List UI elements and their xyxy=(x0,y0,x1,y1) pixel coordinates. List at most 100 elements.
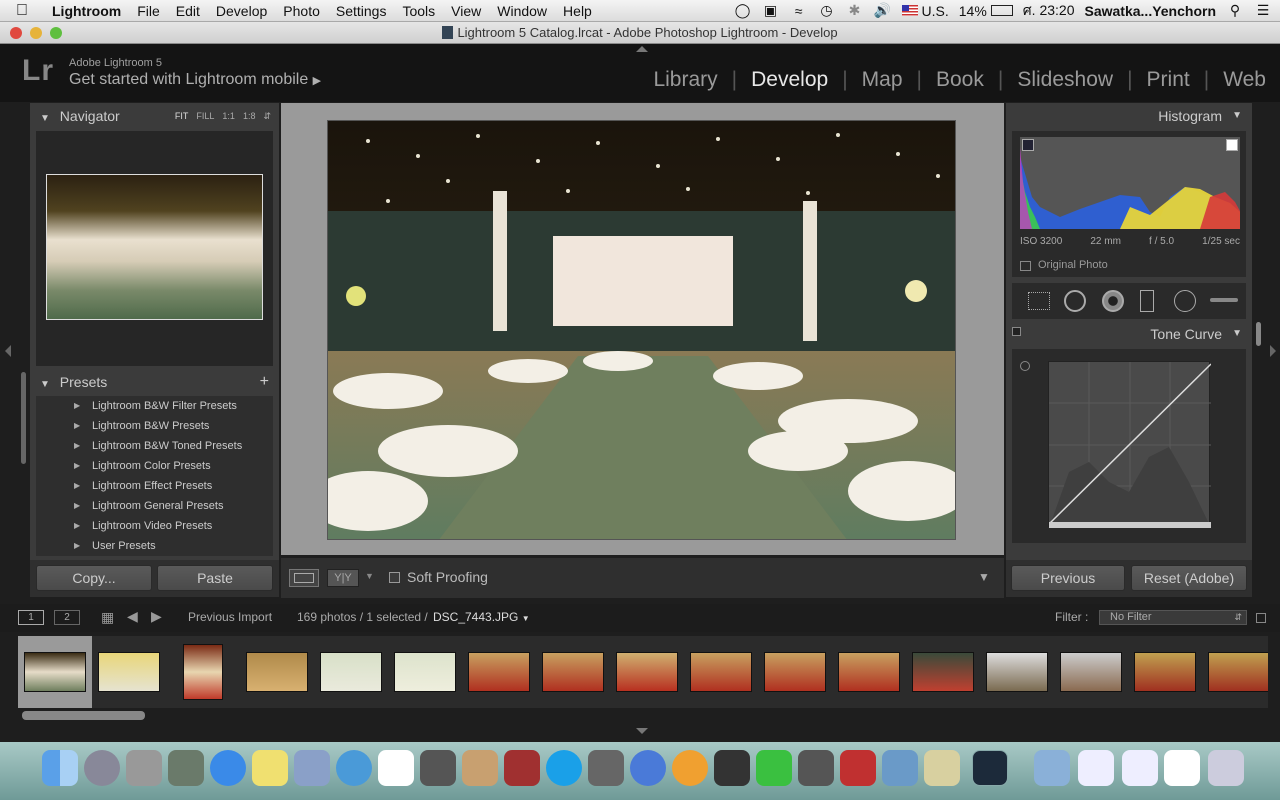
menu-help[interactable]: Help xyxy=(555,3,600,19)
bluetooth-icon[interactable]: ✱ xyxy=(846,2,864,19)
skype-icon[interactable] xyxy=(546,750,582,786)
left-edge-arrow-icon[interactable] xyxy=(5,345,11,357)
volume-icon[interactable]: 🔊 xyxy=(874,2,892,19)
document-stack-icon[interactable] xyxy=(1122,750,1158,786)
preset-folder[interactable]: ▶ Lightroom General Presets xyxy=(36,496,273,516)
itunes-icon[interactable] xyxy=(630,750,666,786)
filmstrip-thumbnail[interactable] xyxy=(610,636,684,708)
zoom-1-1[interactable]: 1:1 xyxy=(222,103,235,129)
paste-settings-button[interactable]: Paste xyxy=(157,565,273,591)
preset-folder[interactable]: ▶ Lightroom Effect Presets xyxy=(36,476,273,496)
zoom-window-button[interactable] xyxy=(50,27,62,39)
histogram-graph[interactable] xyxy=(1020,137,1240,229)
adjustment-brush-tool-icon[interactable] xyxy=(1210,298,1238,302)
presets-header[interactable]: ▼ Presets + xyxy=(30,369,279,395)
navigator-header[interactable]: ▼ Navigator FIT FILL 1:1 1:8 ⇵ xyxy=(30,103,279,129)
secondary-window-button[interactable]: 2 xyxy=(54,610,80,625)
calendar-icon[interactable] xyxy=(378,750,414,786)
search-icon[interactable]: ⚲ xyxy=(1226,2,1244,19)
preset-folder[interactable]: ▶ Lightroom B&W Filter Presets xyxy=(36,396,273,416)
minimize-window-button[interactable] xyxy=(30,27,42,39)
tone-curve-graph[interactable] xyxy=(1048,361,1212,528)
spot-removal-tool-icon[interactable] xyxy=(1064,290,1086,312)
menu-photo[interactable]: Photo xyxy=(275,3,328,19)
filmstrip-scrollbar[interactable] xyxy=(22,711,145,720)
filmstrip-thumbnail[interactable] xyxy=(684,636,758,708)
forward-arrow-icon[interactable]: ▶ xyxy=(151,608,162,625)
original-photo-checkbox[interactable] xyxy=(1020,261,1031,271)
filmstrip-thumbnail[interactable] xyxy=(536,636,610,708)
close-window-button[interactable] xyxy=(10,27,22,39)
apple-menu-icon[interactable]:  xyxy=(0,2,44,20)
zoom-fit[interactable]: FIT xyxy=(175,103,189,129)
contacts-icon[interactable] xyxy=(462,750,498,786)
menu-tools[interactable]: Tools xyxy=(394,3,443,19)
bottom-panel-toggle-icon[interactable] xyxy=(636,728,648,734)
document-stack-icon[interactable] xyxy=(1078,750,1114,786)
safari-icon[interactable] xyxy=(336,750,372,786)
filmstrip-thumbnail[interactable] xyxy=(240,636,314,708)
maps-preview-icon[interactable] xyxy=(924,750,960,786)
notification-list-icon[interactable]: ☰ xyxy=(1254,2,1272,19)
filmstrip-thumbnail[interactable] xyxy=(462,636,536,708)
line-icon[interactable] xyxy=(756,750,792,786)
selected-file-name[interactable]: DSC_7443.JPG ▼ xyxy=(433,610,530,624)
flag-icon[interactable] xyxy=(901,5,918,16)
filmstrip-source[interactable]: Previous Import xyxy=(188,610,272,624)
filmstrip-thumbnail[interactable] xyxy=(18,636,92,708)
shadow-clipping-indicator[interactable] xyxy=(1022,139,1034,151)
copy-settings-button[interactable]: Copy... xyxy=(36,565,152,591)
module-library[interactable]: Library xyxy=(639,68,731,92)
clock[interactable]: ศ. 23:20 xyxy=(1023,0,1075,22)
menu-window[interactable]: Window xyxy=(489,3,555,19)
before-after-view-button[interactable]: Y|Y xyxy=(327,569,359,587)
lightroom-mobile-link[interactable]: Get started with Lightroom mobile ▶ xyxy=(69,71,321,89)
battery-percent[interactable]: 14% xyxy=(959,3,987,19)
menu-develop[interactable]: Develop xyxy=(208,3,275,19)
navigator-preview[interactable] xyxy=(46,174,263,320)
filmstrip-thumbnail[interactable] xyxy=(1054,636,1128,708)
facetime-icon[interactable] xyxy=(420,750,456,786)
user-name[interactable]: Sawatka...Yenchorn xyxy=(1085,3,1217,19)
document-stack-icon[interactable] xyxy=(1164,750,1200,786)
filmstrip-thumbnail[interactable] xyxy=(906,636,980,708)
battery-icon[interactable] xyxy=(990,5,1013,16)
module-web[interactable]: Web xyxy=(1209,68,1280,92)
red-eye-tool-icon[interactable] xyxy=(1102,290,1124,312)
menu-view[interactable]: View xyxy=(443,3,489,19)
module-slideshow[interactable]: Slideshow xyxy=(1003,68,1127,92)
preset-folder[interactable]: ▶ Lightroom B&W Presets xyxy=(36,416,273,436)
menu-app[interactable]: Lightroom xyxy=(44,3,129,19)
module-book[interactable]: Book xyxy=(922,68,998,92)
wifi-icon[interactable]: ≈ xyxy=(790,3,808,19)
zoom-stepper-icon[interactable]: ⇵ xyxy=(263,103,271,129)
filmstrip-thumbnail[interactable] xyxy=(758,636,832,708)
filmstrip-thumbnail[interactable] xyxy=(388,636,462,708)
view-dropdown-icon[interactable]: ▼ xyxy=(365,571,374,581)
iphoto-icon[interactable] xyxy=(882,750,918,786)
module-print[interactable]: Print xyxy=(1133,68,1204,92)
preset-folder[interactable]: ▶ Lightroom Color Presets xyxy=(36,456,273,476)
photo-booth-icon[interactable] xyxy=(798,750,834,786)
finder-icon[interactable] xyxy=(42,750,78,786)
filmstrip-thumbnail[interactable] xyxy=(980,636,1054,708)
previous-settings-button[interactable]: Previous xyxy=(1011,565,1125,591)
input-source[interactable]: U.S. xyxy=(922,3,949,19)
dvd-player-icon[interactable] xyxy=(714,750,750,786)
radial-filter-tool-icon[interactable] xyxy=(1174,290,1196,312)
add-preset-button[interactable]: + xyxy=(260,369,269,395)
module-map[interactable]: Map xyxy=(848,68,917,92)
loupe-view-button[interactable] xyxy=(289,569,319,587)
target-adjustment-icon[interactable] xyxy=(1020,361,1030,371)
reset-adobe-button[interactable]: Reset (Adobe) xyxy=(1131,565,1247,591)
zoom-1-8[interactable]: 1:8 xyxy=(243,103,256,129)
top-panel-toggle-icon[interactable] xyxy=(636,46,648,52)
highlight-clipping-indicator[interactable] xyxy=(1226,139,1238,151)
left-panel-scrollbar[interactable] xyxy=(21,372,26,464)
screen-sharing-icon[interactable] xyxy=(588,750,624,786)
sync-icon[interactable]: ◯ xyxy=(734,2,752,19)
dictionary-icon[interactable] xyxy=(504,750,540,786)
image-capture-icon[interactable] xyxy=(168,750,204,786)
launchpad-icon[interactable] xyxy=(84,750,120,786)
app-store-icon[interactable] xyxy=(210,750,246,786)
